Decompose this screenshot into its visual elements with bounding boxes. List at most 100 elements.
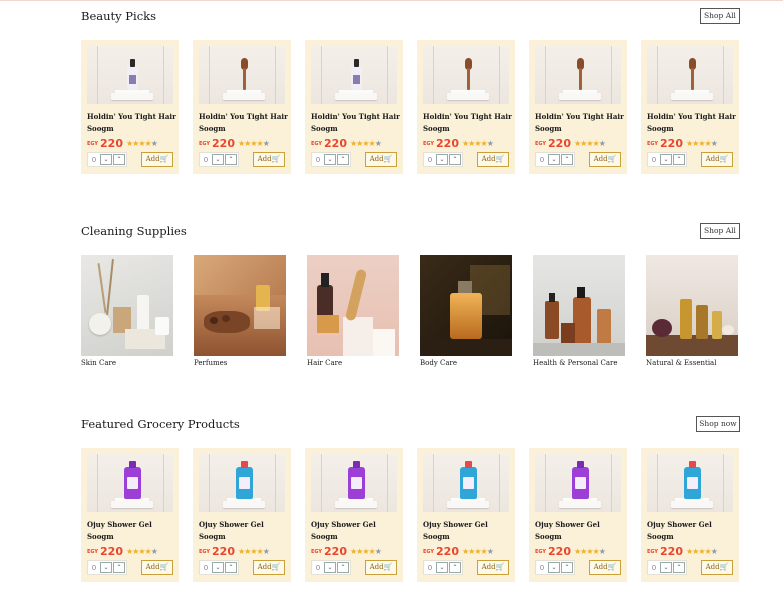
- product-card[interactable]: Ojuy Shower Gel Soogm EGY 220 ★★★★★ 0 ⌄ ⌃ Add🛒: [641, 448, 739, 582]
- rating-stars: ★★★★★: [462, 139, 494, 148]
- add-to-cart-button[interactable]: Add🛒: [701, 152, 733, 167]
- chevron-down-icon[interactable]: ⌄: [436, 154, 448, 165]
- quantity-stepper[interactable]: 0 ⌄ ⌃: [647, 560, 687, 575]
- add-label: Add: [145, 563, 160, 571]
- chevron-down-icon[interactable]: ⌄: [548, 154, 560, 165]
- product-image: [647, 454, 733, 512]
- product-name: Ojuy Shower Gel Soogm: [199, 520, 264, 541]
- chevron-up-icon[interactable]: ⌃: [673, 562, 685, 573]
- add-label: Add: [257, 155, 272, 163]
- quantity-stepper[interactable]: 0 ⌄ ⌃: [535, 152, 575, 167]
- rating-stars: ★★★★★: [574, 547, 606, 556]
- category-hair-care[interactable]: Hair Care: [307, 255, 399, 367]
- category-health-personal-care[interactable]: Health & Personal Care: [533, 255, 625, 367]
- cart-icon: 🛒: [159, 563, 169, 571]
- lotion-bottle-icon: [127, 59, 138, 90]
- shower-gel-bottle-icon: [124, 461, 141, 499]
- add-label: Add: [705, 563, 720, 571]
- chevron-down-icon[interactable]: ⌄: [660, 562, 672, 573]
- add-to-cart-button[interactable]: Add🛒: [365, 560, 397, 575]
- quantity-stepper[interactable]: 0 ⌄ ⌃: [199, 560, 239, 575]
- product-card[interactable]: Holdin' You Tight Hair Soogm EGY 220 ★★★★★ 0…: [81, 40, 179, 174]
- star-icon: ★: [150, 547, 158, 556]
- quantity-stepper[interactable]: 0 ⌄ ⌃: [423, 152, 463, 167]
- product-image: [423, 46, 509, 104]
- chevron-down-icon[interactable]: ⌄: [436, 562, 448, 573]
- skin-care-image: [81, 255, 173, 356]
- price-value: 220: [212, 545, 235, 558]
- product-card[interactable]: Ojuy Shower Gel Soogm EGY 220 ★★★★★ 0 ⌄ ⌃ Add🛒: [529, 448, 627, 582]
- wooden-brush-icon: [577, 58, 584, 90]
- star-icon: ★: [598, 547, 606, 556]
- chevron-up-icon[interactable]: ⌃: [449, 562, 461, 573]
- category-label: Body Care: [420, 359, 458, 367]
- product-card[interactable]: Holdin' You Tight Hair Soogm EGY 220 ★★★★★ 0…: [529, 40, 627, 174]
- category-body-care[interactable]: Body Care: [420, 255, 512, 367]
- product-card[interactable]: Ojuy Shower Gel Soogm EGY 220 ★★★★★ 0 ⌄ ⌃ Add🛒: [417, 448, 515, 582]
- category-skin-care[interactable]: Skin Care: [81, 255, 173, 367]
- add-to-cart-button[interactable]: Add🛒: [253, 560, 285, 575]
- chevron-up-icon[interactable]: ⌃: [561, 154, 573, 165]
- price-value: 220: [324, 545, 347, 558]
- quantity-stepper[interactable]: 0 ⌄ ⌃: [311, 152, 351, 167]
- wooden-brush-icon: [689, 58, 696, 90]
- shop-now-button-grocery[interactable]: Shop now: [696, 416, 740, 432]
- rating-stars: ★★★★★: [126, 547, 158, 556]
- chevron-up-icon[interactable]: ⌃: [225, 154, 237, 165]
- quantity-stepper[interactable]: 0 ⌄ ⌃: [87, 560, 127, 575]
- product-card[interactable]: Holdin' You Tight Hair Soogm EGY 220 ★★★★★ 0…: [193, 40, 291, 174]
- quantity-stepper[interactable]: 0 ⌄ ⌃: [535, 560, 575, 575]
- product-card[interactable]: Ojuy Shower Gel Soogm EGY 220 ★★★★★ 0 ⌄ ⌃ Add🛒: [81, 448, 179, 582]
- chevron-down-icon[interactable]: ⌄: [212, 562, 224, 573]
- quantity-stepper[interactable]: 0 ⌄ ⌃: [647, 152, 687, 167]
- add-to-cart-button[interactable]: Add🛒: [477, 152, 509, 167]
- cart-icon: 🛒: [271, 563, 281, 571]
- chevron-down-icon[interactable]: ⌄: [100, 562, 112, 573]
- chevron-up-icon[interactable]: ⌃: [337, 562, 349, 573]
- chevron-up-icon[interactable]: ⌃: [225, 562, 237, 573]
- shop-all-button-cleaning[interactable]: Shop All: [700, 223, 740, 239]
- add-to-cart-button[interactable]: Add🛒: [589, 152, 621, 167]
- chevron-down-icon[interactable]: ⌄: [660, 154, 672, 165]
- quantity-stepper[interactable]: 0 ⌄ ⌃: [423, 560, 463, 575]
- currency-label: EGY: [647, 140, 659, 147]
- category-perfumes[interactable]: Perfumes: [194, 255, 286, 367]
- add-to-cart-button[interactable]: Add🛒: [141, 152, 173, 167]
- product-card[interactable]: Holdin' You Tight Hair Soogm EGY 220 ★★★★★ 0…: [305, 40, 403, 174]
- quantity-value: 0: [539, 563, 545, 572]
- add-to-cart-button[interactable]: Add🛒: [365, 152, 397, 167]
- chevron-down-icon[interactable]: ⌄: [548, 562, 560, 573]
- quantity-stepper[interactable]: 0 ⌄ ⌃: [199, 152, 239, 167]
- product-card[interactable]: Holdin' You Tight Hair Soogm EGY 220 ★★★★★ 0…: [641, 40, 739, 174]
- chevron-down-icon[interactable]: ⌄: [212, 154, 224, 165]
- chevron-down-icon[interactable]: ⌄: [324, 154, 336, 165]
- shower-gel-bottle-icon: [572, 461, 589, 499]
- add-to-cart-button[interactable]: Add🛒: [141, 560, 173, 575]
- add-to-cart-button[interactable]: Add🛒: [477, 560, 509, 575]
- currency-label: EGY: [423, 140, 435, 147]
- chevron-up-icon[interactable]: ⌃: [337, 154, 349, 165]
- quantity-stepper[interactable]: 0 ⌄ ⌃: [87, 152, 127, 167]
- product-card[interactable]: Ojuy Shower Gel Soogm EGY 220 ★★★★★ 0 ⌄ ⌃ Add🛒: [305, 448, 403, 582]
- product-card[interactable]: Holdin' You Tight Hair Soogm EGY 220 ★★★★★ 0…: [417, 40, 515, 174]
- price-row: EGY 220 ★★★★★: [87, 137, 158, 150]
- chevron-up-icon[interactable]: ⌃: [449, 154, 461, 165]
- chevron-down-icon[interactable]: ⌄: [324, 562, 336, 573]
- shop-all-button-beauty[interactable]: Shop All: [700, 8, 740, 24]
- chevron-down-icon[interactable]: ⌄: [100, 154, 112, 165]
- quantity-stepper[interactable]: 0 ⌄ ⌃: [311, 560, 351, 575]
- add-to-cart-button[interactable]: Add🛒: [701, 560, 733, 575]
- chevron-up-icon[interactable]: ⌃: [673, 154, 685, 165]
- chevron-up-icon[interactable]: ⌃: [113, 562, 125, 573]
- add-label: Add: [369, 563, 384, 571]
- perfumes-image: [194, 255, 286, 356]
- currency-label: EGY: [311, 140, 323, 147]
- category-natural-essential[interactable]: Natural & Essential: [646, 255, 738, 367]
- chevron-up-icon[interactable]: ⌃: [561, 562, 573, 573]
- chevron-up-icon[interactable]: ⌃: [113, 154, 125, 165]
- add-to-cart-button[interactable]: Add🛒: [589, 560, 621, 575]
- product-card[interactable]: Ojuy Shower Gel Soogm EGY 220 ★★★★★ 0 ⌄ ⌃ Add🛒: [193, 448, 291, 582]
- currency-label: EGY: [535, 140, 547, 147]
- add-to-cart-button[interactable]: Add🛒: [253, 152, 285, 167]
- add-label: Add: [481, 155, 496, 163]
